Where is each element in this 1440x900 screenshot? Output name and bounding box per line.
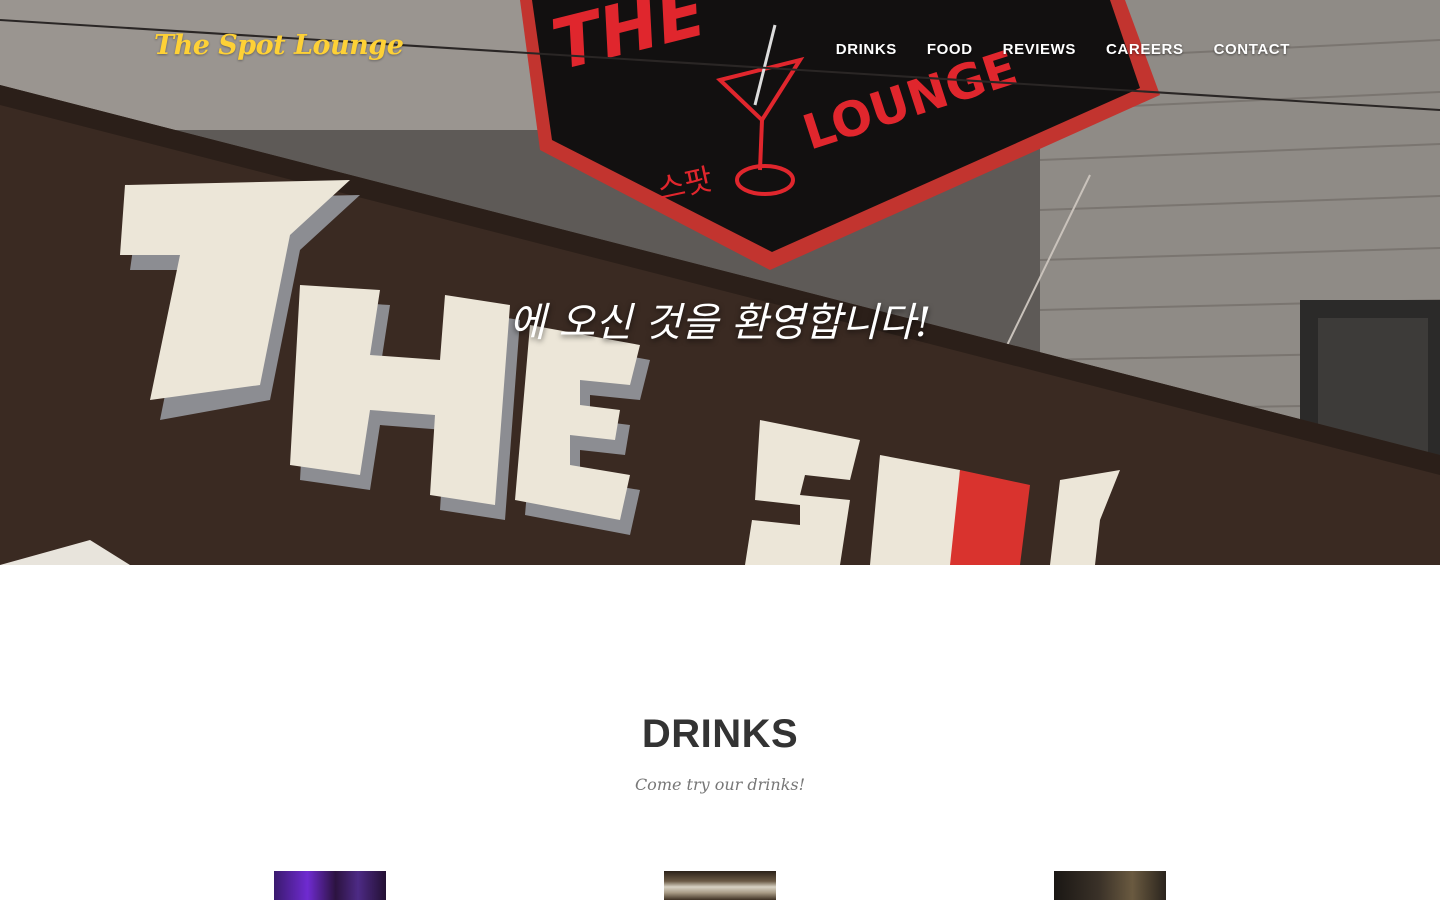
nav-item-contact[interactable]: CONTACT	[1199, 40, 1290, 60]
drink-thumbnail-2[interactable]	[664, 871, 776, 900]
hero-welcome-heading: 에 오신 것을 환영합니다!	[508, 300, 932, 346]
nav-item-food[interactable]: FOOD	[912, 40, 988, 60]
nav-item-careers[interactable]: CAREERS	[1091, 40, 1199, 60]
nav-item-drinks[interactable]: DRINKS	[821, 40, 912, 60]
drink-thumbnail-3[interactable]	[1054, 871, 1166, 900]
hero-background-image: THE LOUNGE 스팟	[0, 0, 1440, 565]
nav-item-reviews[interactable]: REVIEWS	[988, 40, 1091, 60]
drinks-section-title: DRINKS	[641, 712, 799, 756]
drinks-section-subtitle: Come try our drinks!	[634, 775, 806, 794]
main-nav: DRINKS FOOD REVIEWS CAREERS CONTACT	[821, 40, 1290, 60]
brand-logo[interactable]: The Spot Lounge	[154, 30, 404, 61]
hero-banner: THE LOUNGE 스팟 The Spot Lounge DRINKS FOO…	[0, 0, 1440, 565]
drink-thumbnail-1[interactable]	[274, 871, 386, 900]
